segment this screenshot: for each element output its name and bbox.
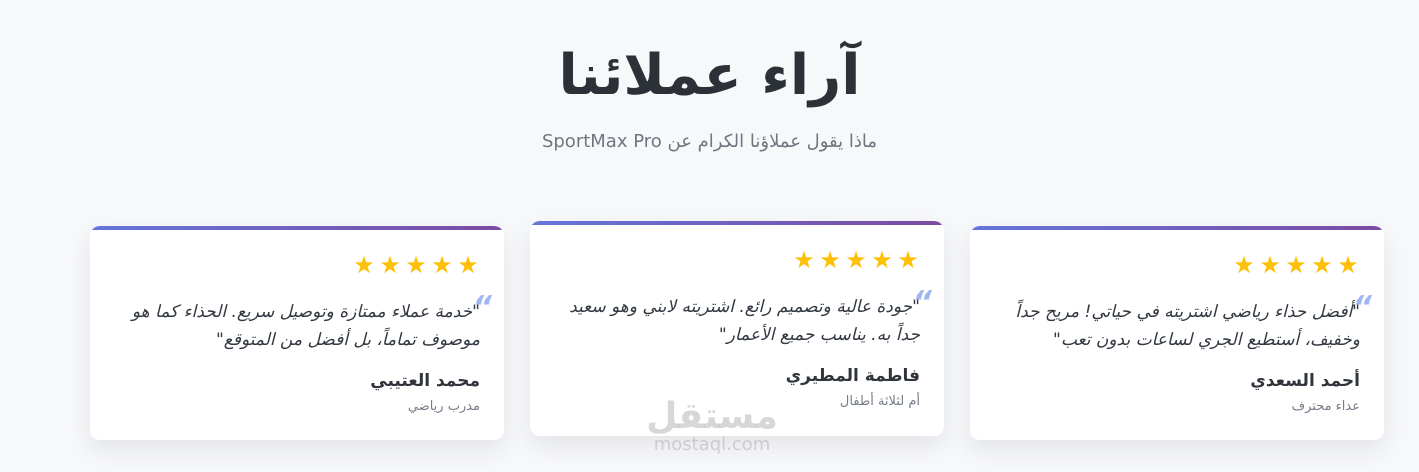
customer-name: أحمد السعدي xyxy=(1250,371,1360,391)
star-icon: ★ xyxy=(405,251,427,279)
star-icon: ★ xyxy=(793,246,815,274)
quote-icon: “ xyxy=(1352,290,1372,325)
testimonial-text: "أفضل حذاء رياضي اشتريته في حياتي! مريح … xyxy=(1015,302,1360,350)
testimonial-card: ★ ★ ★ ★ ★ “ "جودة عالية وتصميم رائع. اشت… xyxy=(530,221,944,436)
star-icon: ★ xyxy=(431,251,453,279)
customer-role: مدرب رياضي xyxy=(407,399,480,414)
section-subtitle: ماذا يقول عملاؤنا الكرام عن SportMax Pro xyxy=(541,131,878,152)
star-icon: ★ xyxy=(845,246,867,274)
star-icon: ★ xyxy=(819,246,841,274)
star-icon: ★ xyxy=(1337,251,1359,279)
watermark-url: mostaql.com xyxy=(653,434,771,455)
star-icon: ★ xyxy=(897,246,919,274)
section-title: آراء عملائنا xyxy=(558,43,861,108)
star-icon: ★ xyxy=(457,251,479,279)
star-icon: ★ xyxy=(379,251,401,279)
rating-stars: ★ ★ ★ ★ ★ xyxy=(1233,251,1359,279)
customer-name: فاطمة المطيري xyxy=(785,366,920,386)
testimonial-card: ★ ★ ★ ★ ★ “ "أفضل حذاء رياضي اشتريته في … xyxy=(970,226,1384,440)
customer-role: أم لثلاثة أطفال xyxy=(839,394,920,409)
rating-stars: ★ ★ ★ ★ ★ xyxy=(793,246,919,274)
star-icon: ★ xyxy=(1311,251,1333,279)
testimonial-text: "خدمة عملاء ممتازة وتوصيل سريع. الحذاء ك… xyxy=(131,302,480,350)
star-icon: ★ xyxy=(1285,251,1307,279)
star-icon: ★ xyxy=(353,251,375,279)
customer-name: محمد العتيبي xyxy=(370,371,480,391)
customer-role: عداء محترف xyxy=(1291,399,1360,414)
quote-icon: “ xyxy=(472,290,492,325)
star-icon: ★ xyxy=(1259,251,1281,279)
quote-icon: “ xyxy=(912,285,932,320)
testimonial-card: ★ ★ ★ ★ ★ “ "خدمة عملاء ممتازة وتوصيل سر… xyxy=(90,226,504,440)
star-icon: ★ xyxy=(1233,251,1255,279)
testimonial-text: "جودة عالية وتصميم رائع. اشتريته لابني و… xyxy=(569,297,920,345)
rating-stars: ★ ★ ★ ★ ★ xyxy=(353,251,479,279)
star-icon: ★ xyxy=(871,246,893,274)
